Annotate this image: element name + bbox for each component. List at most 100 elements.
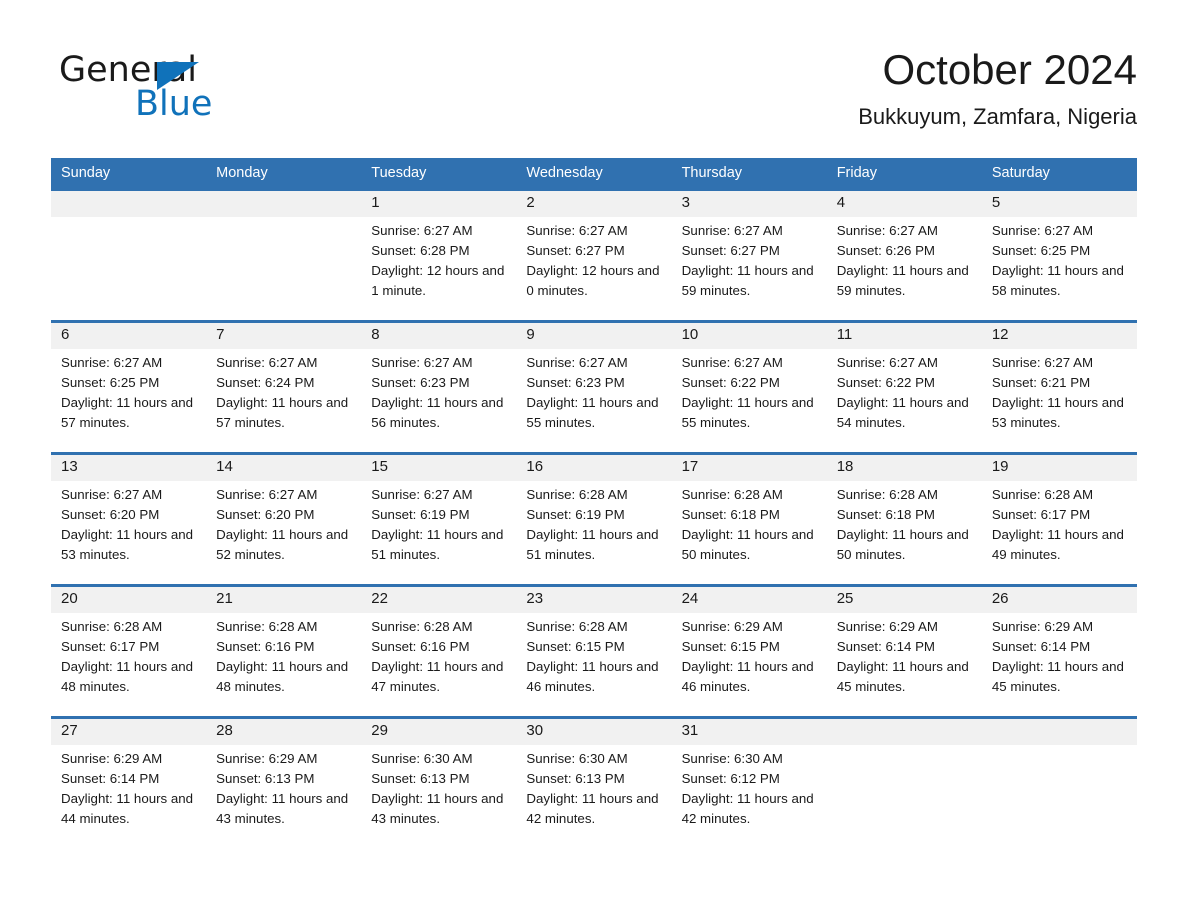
sunrise-text: Sunrise: 6:28 AM	[526, 619, 628, 634]
day-cell[interactable]: 23 Sunrise: 6:28 AM Sunset: 6:15 PM Dayl…	[516, 587, 671, 716]
day-info: Sunrise: 6:27 AM Sunset: 6:27 PM Dayligh…	[682, 221, 823, 301]
day-cell[interactable]: 4 Sunrise: 6:27 AM Sunset: 6:26 PM Dayli…	[827, 191, 982, 320]
day-cell[interactable]: 10 Sunrise: 6:27 AM Sunset: 6:22 PM Dayl…	[672, 323, 827, 452]
daylight-text: Daylight: 11 hours and 44 minutes.	[61, 791, 194, 826]
sunrise-text: Sunrise: 6:28 AM	[371, 619, 473, 634]
daylight-text: Daylight: 11 hours and 51 minutes.	[526, 527, 659, 562]
sunset-text: Sunset: 6:16 PM	[371, 639, 470, 654]
day-number: 20	[61, 590, 78, 607]
day-info: Sunrise: 6:27 AM Sunset: 6:25 PM Dayligh…	[992, 221, 1133, 301]
day-number: 28	[216, 722, 233, 739]
sunset-text: Sunset: 6:22 PM	[836, 375, 936, 390]
day-number: 11	[836, 326, 853, 343]
sunset-text: Sunset: 6:14 PM	[836, 639, 936, 654]
day-info: Sunrise: 6:27 AM Sunset: 6:19 PM Dayligh…	[371, 485, 512, 565]
day-cell[interactable]: 30 Sunrise: 6:30 AM Sunset: 6:13 PM Dayl…	[516, 719, 671, 848]
daylight-text: Daylight: 11 hours and 53 minutes.	[991, 395, 1124, 430]
day-info: Sunrise: 6:30 AM Sunset: 6:12 PM Dayligh…	[682, 749, 823, 829]
day-cell[interactable]: 16 Sunrise: 6:28 AM Sunset: 6:19 PM Dayl…	[516, 455, 671, 584]
sunset-text: Sunset: 6:13 PM	[526, 771, 625, 786]
day-info: Sunrise: 6:28 AM Sunset: 6:18 PM Dayligh…	[837, 485, 978, 565]
day-cell[interactable]	[206, 191, 361, 320]
day-cell[interactable]: 24 Sunrise: 6:29 AM Sunset: 6:15 PM Dayl…	[672, 587, 827, 716]
daylight-text: Daylight: 11 hours and 58 minutes.	[991, 263, 1124, 298]
daylight-text: Daylight: 11 hours and 50 minutes.	[836, 527, 969, 562]
day-cell[interactable]: 5 Sunrise: 6:27 AM Sunset: 6:25 PM Dayli…	[982, 191, 1137, 320]
day-cell[interactable]: 2 Sunrise: 6:27 AM Sunset: 6:27 PM Dayli…	[516, 191, 671, 320]
daylight-text: Daylight: 11 hours and 52 minutes.	[216, 527, 349, 562]
sunset-text: Sunset: 6:24 PM	[216, 375, 315, 390]
day-cell[interactable]	[827, 719, 982, 848]
weekday-thursday: Thursday	[681, 165, 743, 181]
day-cell[interactable]: 12 Sunrise: 6:27 AM Sunset: 6:21 PM Dayl…	[982, 323, 1137, 452]
day-cell[interactable]: 26 Sunrise: 6:29 AM Sunset: 6:14 PM Dayl…	[982, 587, 1137, 716]
day-info: Sunrise: 6:30 AM Sunset: 6:13 PM Dayligh…	[371, 749, 512, 829]
day-number: 18	[836, 458, 854, 475]
calendar-grid: Sunday Monday Tuesday Wednesday Thursday…	[51, 158, 1137, 848]
sunrise-text: Sunrise: 6:30 AM	[371, 751, 473, 766]
day-cell[interactable]: 31 Sunrise: 6:30 AM Sunset: 6:12 PM Dayl…	[672, 719, 827, 848]
day-cell[interactable]: 28 Sunrise: 6:29 AM Sunset: 6:13 PM Dayl…	[206, 719, 361, 848]
sunrise-text: Sunrise: 6:29 AM	[216, 751, 318, 766]
day-cell[interactable]	[51, 191, 206, 320]
day-number: 15	[371, 458, 388, 475]
sunrise-text: Sunrise: 6:27 AM	[681, 223, 783, 238]
week-row: 1 Sunrise: 6:27 AM Sunset: 6:28 PM Dayli…	[51, 188, 1137, 320]
day-number: 17	[681, 458, 699, 475]
daylight-text: Daylight: 11 hours and 47 minutes.	[371, 659, 504, 694]
daylight-text: Daylight: 11 hours and 42 minutes.	[681, 791, 814, 826]
weekday-friday: Friday	[836, 165, 877, 181]
day-cell[interactable]: 22 Sunrise: 6:28 AM Sunset: 6:16 PM Dayl…	[361, 587, 516, 716]
daylight-text: Daylight: 11 hours and 57 minutes.	[216, 395, 349, 430]
sunrise-text: Sunrise: 6:29 AM	[991, 619, 1094, 634]
weekday-header-row: Sunday Monday Tuesday Wednesday Thursday…	[51, 158, 1137, 188]
day-cell[interactable]: 13 Sunrise: 6:27 AM Sunset: 6:20 PM Dayl…	[51, 455, 206, 584]
day-cell[interactable]: 21 Sunrise: 6:28 AM Sunset: 6:16 PM Dayl…	[206, 587, 361, 716]
day-cell[interactable]: 17 Sunrise: 6:28 AM Sunset: 6:18 PM Dayl…	[672, 455, 827, 584]
sunset-text: Sunset: 6:14 PM	[991, 639, 1091, 654]
week-row: 20 Sunrise: 6:28 AM Sunset: 6:17 PM Dayl…	[51, 584, 1137, 716]
daylight-text: Daylight: 11 hours and 42 minutes.	[526, 791, 659, 826]
daylight-text: Daylight: 11 hours and 51 minutes.	[371, 527, 504, 562]
day-cell[interactable]: 11 Sunrise: 6:27 AM Sunset: 6:22 PM Dayl…	[827, 323, 982, 452]
sunrise-text: Sunrise: 6:27 AM	[371, 223, 473, 238]
week-row: 6 Sunrise: 6:27 AM Sunset: 6:25 PM Dayli…	[51, 320, 1137, 452]
sunrise-text: Sunrise: 6:27 AM	[991, 223, 1094, 238]
sunrise-text: Sunrise: 6:30 AM	[526, 751, 628, 766]
day-cell[interactable]: 19 Sunrise: 6:28 AM Sunset: 6:17 PM Dayl…	[982, 455, 1137, 584]
day-cell[interactable]: 1 Sunrise: 6:27 AM Sunset: 6:28 PM Dayli…	[361, 191, 516, 320]
sunset-text: Sunset: 6:20 PM	[216, 507, 315, 522]
sunset-text: Sunset: 6:19 PM	[371, 507, 470, 522]
day-cell[interactable]: 25 Sunrise: 6:29 AM Sunset: 6:14 PM Dayl…	[827, 587, 982, 716]
daylight-text: Daylight: 11 hours and 50 minutes.	[681, 527, 814, 562]
day-cell[interactable]: 9 Sunrise: 6:27 AM Sunset: 6:23 PM Dayli…	[516, 323, 671, 452]
day-number: 25	[836, 590, 854, 607]
sunset-text: Sunset: 6:25 PM	[61, 375, 160, 390]
day-cell[interactable]: 8 Sunrise: 6:27 AM Sunset: 6:23 PM Dayli…	[361, 323, 516, 452]
day-cell[interactable]: 15 Sunrise: 6:27 AM Sunset: 6:19 PM Dayl…	[361, 455, 516, 584]
day-cell[interactable]: 7 Sunrise: 6:27 AM Sunset: 6:24 PM Dayli…	[206, 323, 361, 452]
day-cell[interactable]: 27 Sunrise: 6:29 AM Sunset: 6:14 PM Dayl…	[51, 719, 206, 848]
day-cell[interactable]: 18 Sunrise: 6:28 AM Sunset: 6:18 PM Dayl…	[827, 455, 982, 584]
day-number: 21	[216, 590, 233, 607]
sunset-text: Sunset: 6:16 PM	[216, 639, 315, 654]
day-cell[interactable]	[982, 719, 1137, 848]
day-cell[interactable]: 20 Sunrise: 6:28 AM Sunset: 6:17 PM Dayl…	[51, 587, 206, 716]
day-info: Sunrise: 6:29 AM Sunset: 6:14 PM Dayligh…	[837, 617, 978, 697]
weekday-sunday: Sunday	[61, 165, 111, 181]
day-cell[interactable]: 6 Sunrise: 6:27 AM Sunset: 6:25 PM Dayli…	[51, 323, 206, 452]
sunset-text: Sunset: 6:21 PM	[991, 375, 1091, 390]
day-info: Sunrise: 6:27 AM Sunset: 6:21 PM Dayligh…	[992, 353, 1133, 433]
day-cell[interactable]: 29 Sunrise: 6:30 AM Sunset: 6:13 PM Dayl…	[361, 719, 516, 848]
calendar-page: General Blue October 2024 Bukkuyum, Zamf…	[0, 0, 1188, 918]
day-info: Sunrise: 6:27 AM Sunset: 6:24 PM Dayligh…	[216, 353, 357, 433]
day-info: Sunrise: 6:28 AM Sunset: 6:18 PM Dayligh…	[682, 485, 823, 565]
day-number: 12	[991, 326, 1009, 343]
general-blue-logo: General Blue	[59, 50, 379, 130]
day-cell[interactable]: 3 Sunrise: 6:27 AM Sunset: 6:27 PM Dayli…	[672, 191, 827, 320]
day-number: 9	[526, 326, 535, 343]
week-row: 27 Sunrise: 6:29 AM Sunset: 6:14 PM Dayl…	[51, 716, 1137, 848]
day-cell[interactable]: 14 Sunrise: 6:27 AM Sunset: 6:20 PM Dayl…	[206, 455, 361, 584]
day-number: 3	[681, 194, 690, 211]
sunset-text: Sunset: 6:13 PM	[216, 771, 315, 786]
